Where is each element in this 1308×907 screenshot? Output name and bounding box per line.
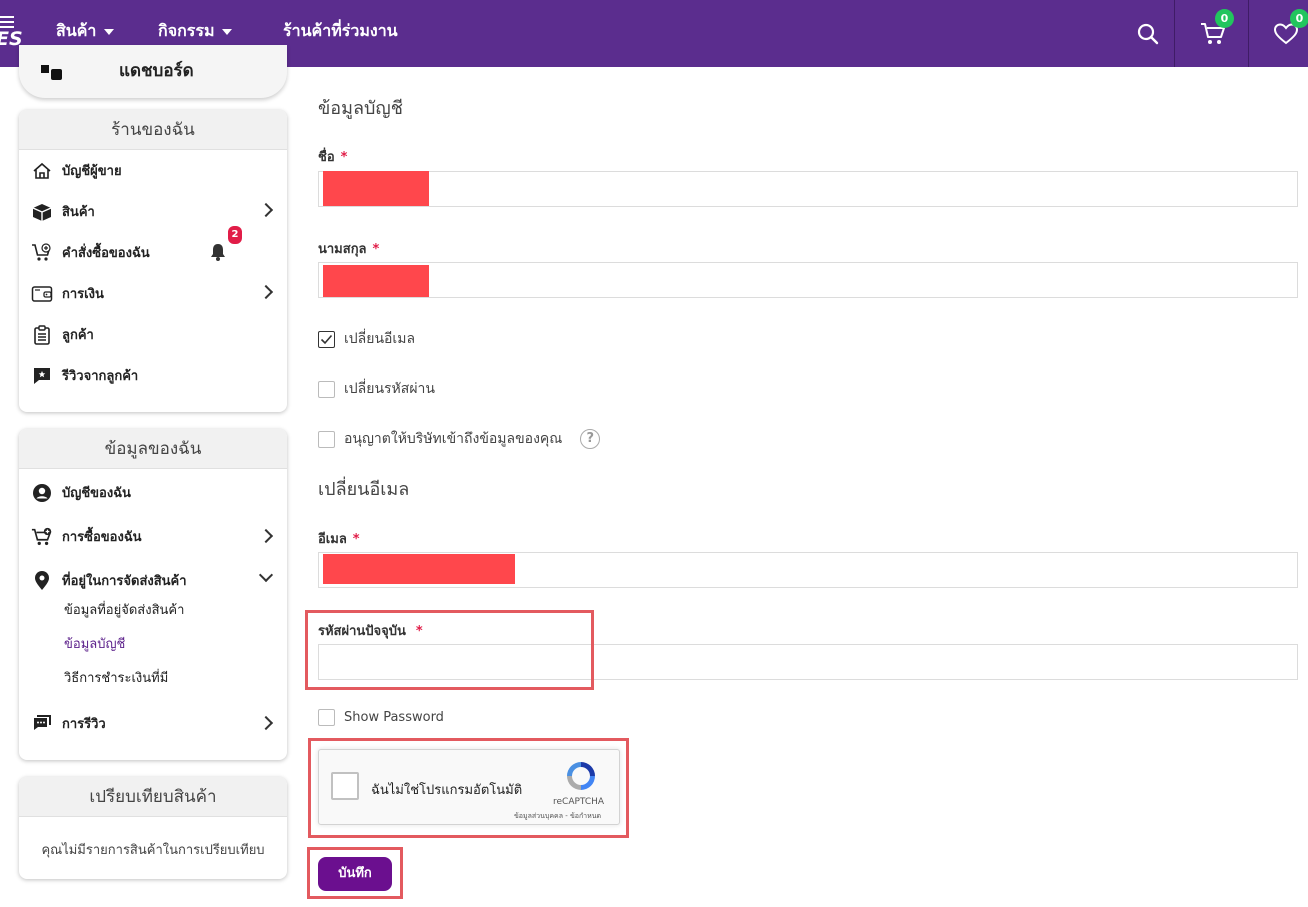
- first-name-label: ชื่อ *: [318, 150, 348, 165]
- cart-icon: [31, 527, 53, 547]
- sidebar-item-label: สินค้า: [62, 205, 95, 220]
- sidebar-item-label: รีวิวจากลูกค้า: [62, 369, 139, 384]
- nav-activities[interactable]: กิจกรรม: [158, 19, 233, 44]
- help-icon[interactable]: ?: [580, 429, 601, 449]
- nav-partner-stores[interactable]: ร้านค้าที่ร่วมงาน: [283, 19, 398, 44]
- change-email-checkbox-row[interactable]: เปลี่ยนอีเมล: [318, 328, 415, 350]
- cart-count-badge: 0: [1215, 9, 1234, 28]
- last-name-input[interactable]: [318, 262, 1298, 298]
- change-password-checkbox[interactable]: [318, 380, 335, 398]
- nav-activities-label: กิจกรรม: [158, 21, 215, 40]
- bell-icon[interactable]: [209, 242, 227, 266]
- redacted-value: [323, 554, 515, 584]
- sidebar-item-label: คำสั่งซื้อของฉัน: [62, 246, 150, 261]
- chevron-right-icon: [258, 715, 274, 731]
- dashboard-label: แดชบอร์ด: [119, 61, 194, 81]
- compare-card: เปรียบเทียบสินค้า คุณไม่มีรายการสินค้าใน…: [19, 777, 287, 879]
- nav-products[interactable]: สินค้า: [56, 19, 115, 44]
- checkmark-icon: [320, 334, 333, 344]
- change-email-checkbox[interactable]: [318, 330, 335, 348]
- show-password-checkbox-row[interactable]: Show Password: [318, 709, 444, 726]
- sidebar-item-customers[interactable]: ลูกค้า: [31, 324, 287, 345]
- box-icon: [31, 202, 53, 222]
- my-shop-title: ร้านของฉัน: [19, 110, 287, 150]
- highlight-box: [307, 847, 403, 899]
- sidebar-item-label: การซื้อของฉัน: [62, 530, 142, 545]
- chevron-right-icon: [258, 528, 274, 544]
- order-notification-badge: 2: [228, 226, 242, 244]
- my-info-title: ข้อมูลของฉัน: [19, 429, 287, 469]
- email-label: อีเมล *: [318, 532, 360, 547]
- submenu-shipping-address-info[interactable]: ข้อมูลที่อยู่จัดส่งสินค้า: [64, 599, 184, 620]
- first-name-input[interactable]: [318, 171, 1298, 207]
- last-name-label: นามสกุล *: [318, 242, 380, 257]
- sidebar-item-seller-account[interactable]: บัญชีผู้ขาย: [31, 160, 287, 181]
- review-icon: [31, 366, 53, 386]
- sidebar-item-my-purchases[interactable]: การซื้อของฉัน: [31, 526, 287, 547]
- allow-access-label: อนุญาตให้บริษัทเข้าถึงข้อมูลของคุณ: [344, 431, 563, 447]
- my-shop-card: ร้านของฉัน บัญชีผู้ขาย สินค้า คำสั่งซื้อ…: [19, 110, 287, 412]
- sidebar-item-customer-reviews[interactable]: รีวิวจากลูกค้า: [31, 365, 287, 386]
- sidebar-item-reviews[interactable]: การรีวิว: [31, 713, 287, 734]
- sidebar-item-label: การรีวิว: [62, 717, 106, 732]
- nav-products-label: สินค้า: [56, 21, 97, 40]
- dashboard-icon: [41, 65, 49, 73]
- submenu-account-info[interactable]: ข้อมูลบัญชี: [64, 633, 125, 654]
- sidebar-item-label: ที่อยู่ในการจัดส่งสินค้า: [62, 574, 187, 589]
- highlight-box: [305, 610, 594, 690]
- wishlist-count-badge: 0: [1290, 9, 1308, 28]
- location-icon: [31, 570, 53, 591]
- chat-icon: [31, 714, 53, 734]
- user-circle-icon: [31, 483, 53, 503]
- chevron-right-icon: [258, 284, 274, 300]
- sidebar-item-label: การเงิน: [62, 287, 104, 302]
- change-email-label: เปลี่ยนอีเมล: [344, 331, 416, 347]
- sidebar-item-products[interactable]: สินค้า: [31, 201, 287, 222]
- cart-button[interactable]: 0: [1190, 0, 1236, 67]
- sidebar-item-finance[interactable]: การเงิน: [31, 283, 287, 304]
- redacted-value: [323, 265, 429, 297]
- change-password-checkbox-row[interactable]: เปลี่ยนรหัสผ่าน: [318, 378, 435, 400]
- chevron-down-icon: [258, 567, 274, 583]
- sidebar-item-shipping-address[interactable]: ที่อยู่ในการจัดส่งสินค้า: [31, 567, 287, 591]
- divider: [1174, 0, 1175, 67]
- dashboard-card[interactable]: แดชบอร์ด: [19, 45, 287, 98]
- submenu-payment-methods[interactable]: วิธีการชำระเงินที่มี: [64, 667, 168, 688]
- allow-access-checkbox-row[interactable]: อนุญาตให้บริษัทเข้าถึงข้อมูลของคุณ ?: [318, 428, 601, 450]
- sidebar-item-label: ลูกค้า: [62, 328, 94, 343]
- my-info-card: ข้อมูลของฉัน บัญชีของฉัน การซื้อของฉัน ท…: [19, 429, 287, 760]
- section-title-change-email: เปลี่ยนอีเมล: [318, 479, 410, 500]
- compare-title: เปรียบเทียบสินค้า: [19, 777, 287, 817]
- compare-empty-text: คุณไม่มีรายการสินค้าในการเปรียบเทียบ: [41, 843, 265, 858]
- site-logo[interactable]: ES: [0, 12, 23, 52]
- caret-down-icon: [104, 28, 115, 35]
- change-password-label: เปลี่ยนรหัสผ่าน: [344, 381, 435, 397]
- wishlist-button[interactable]: 0: [1264, 0, 1308, 67]
- home-icon: [31, 161, 53, 181]
- redacted-value: [323, 171, 429, 206]
- clipboard-icon: [31, 324, 53, 345]
- section-title-account-info: ข้อมูลบัญชี: [318, 98, 403, 119]
- show-password-checkbox[interactable]: [318, 709, 335, 726]
- divider: [1248, 0, 1249, 67]
- sidebar-item-my-account[interactable]: บัญชีของฉัน: [31, 482, 287, 503]
- chevron-right-icon: [258, 202, 274, 218]
- allow-access-checkbox[interactable]: [318, 430, 335, 448]
- wallet-icon: [31, 284, 53, 304]
- highlight-box: [308, 738, 629, 838]
- show-password-label: Show Password: [344, 710, 444, 725]
- sidebar-item-label: บัญชีของฉัน: [62, 486, 131, 501]
- sidebar-item-label: บัญชีผู้ขาย: [62, 164, 122, 179]
- nav-partner-stores-label: ร้านค้าที่ร่วมงาน: [283, 21, 398, 40]
- sidebar-item-my-orders[interactable]: คำสั่งซื้อของฉัน 2: [31, 226, 287, 266]
- search-icon: [1137, 23, 1159, 44]
- caret-down-icon: [222, 28, 233, 35]
- cart-plus-icon: [31, 242, 53, 263]
- search-button[interactable]: [1126, 0, 1170, 67]
